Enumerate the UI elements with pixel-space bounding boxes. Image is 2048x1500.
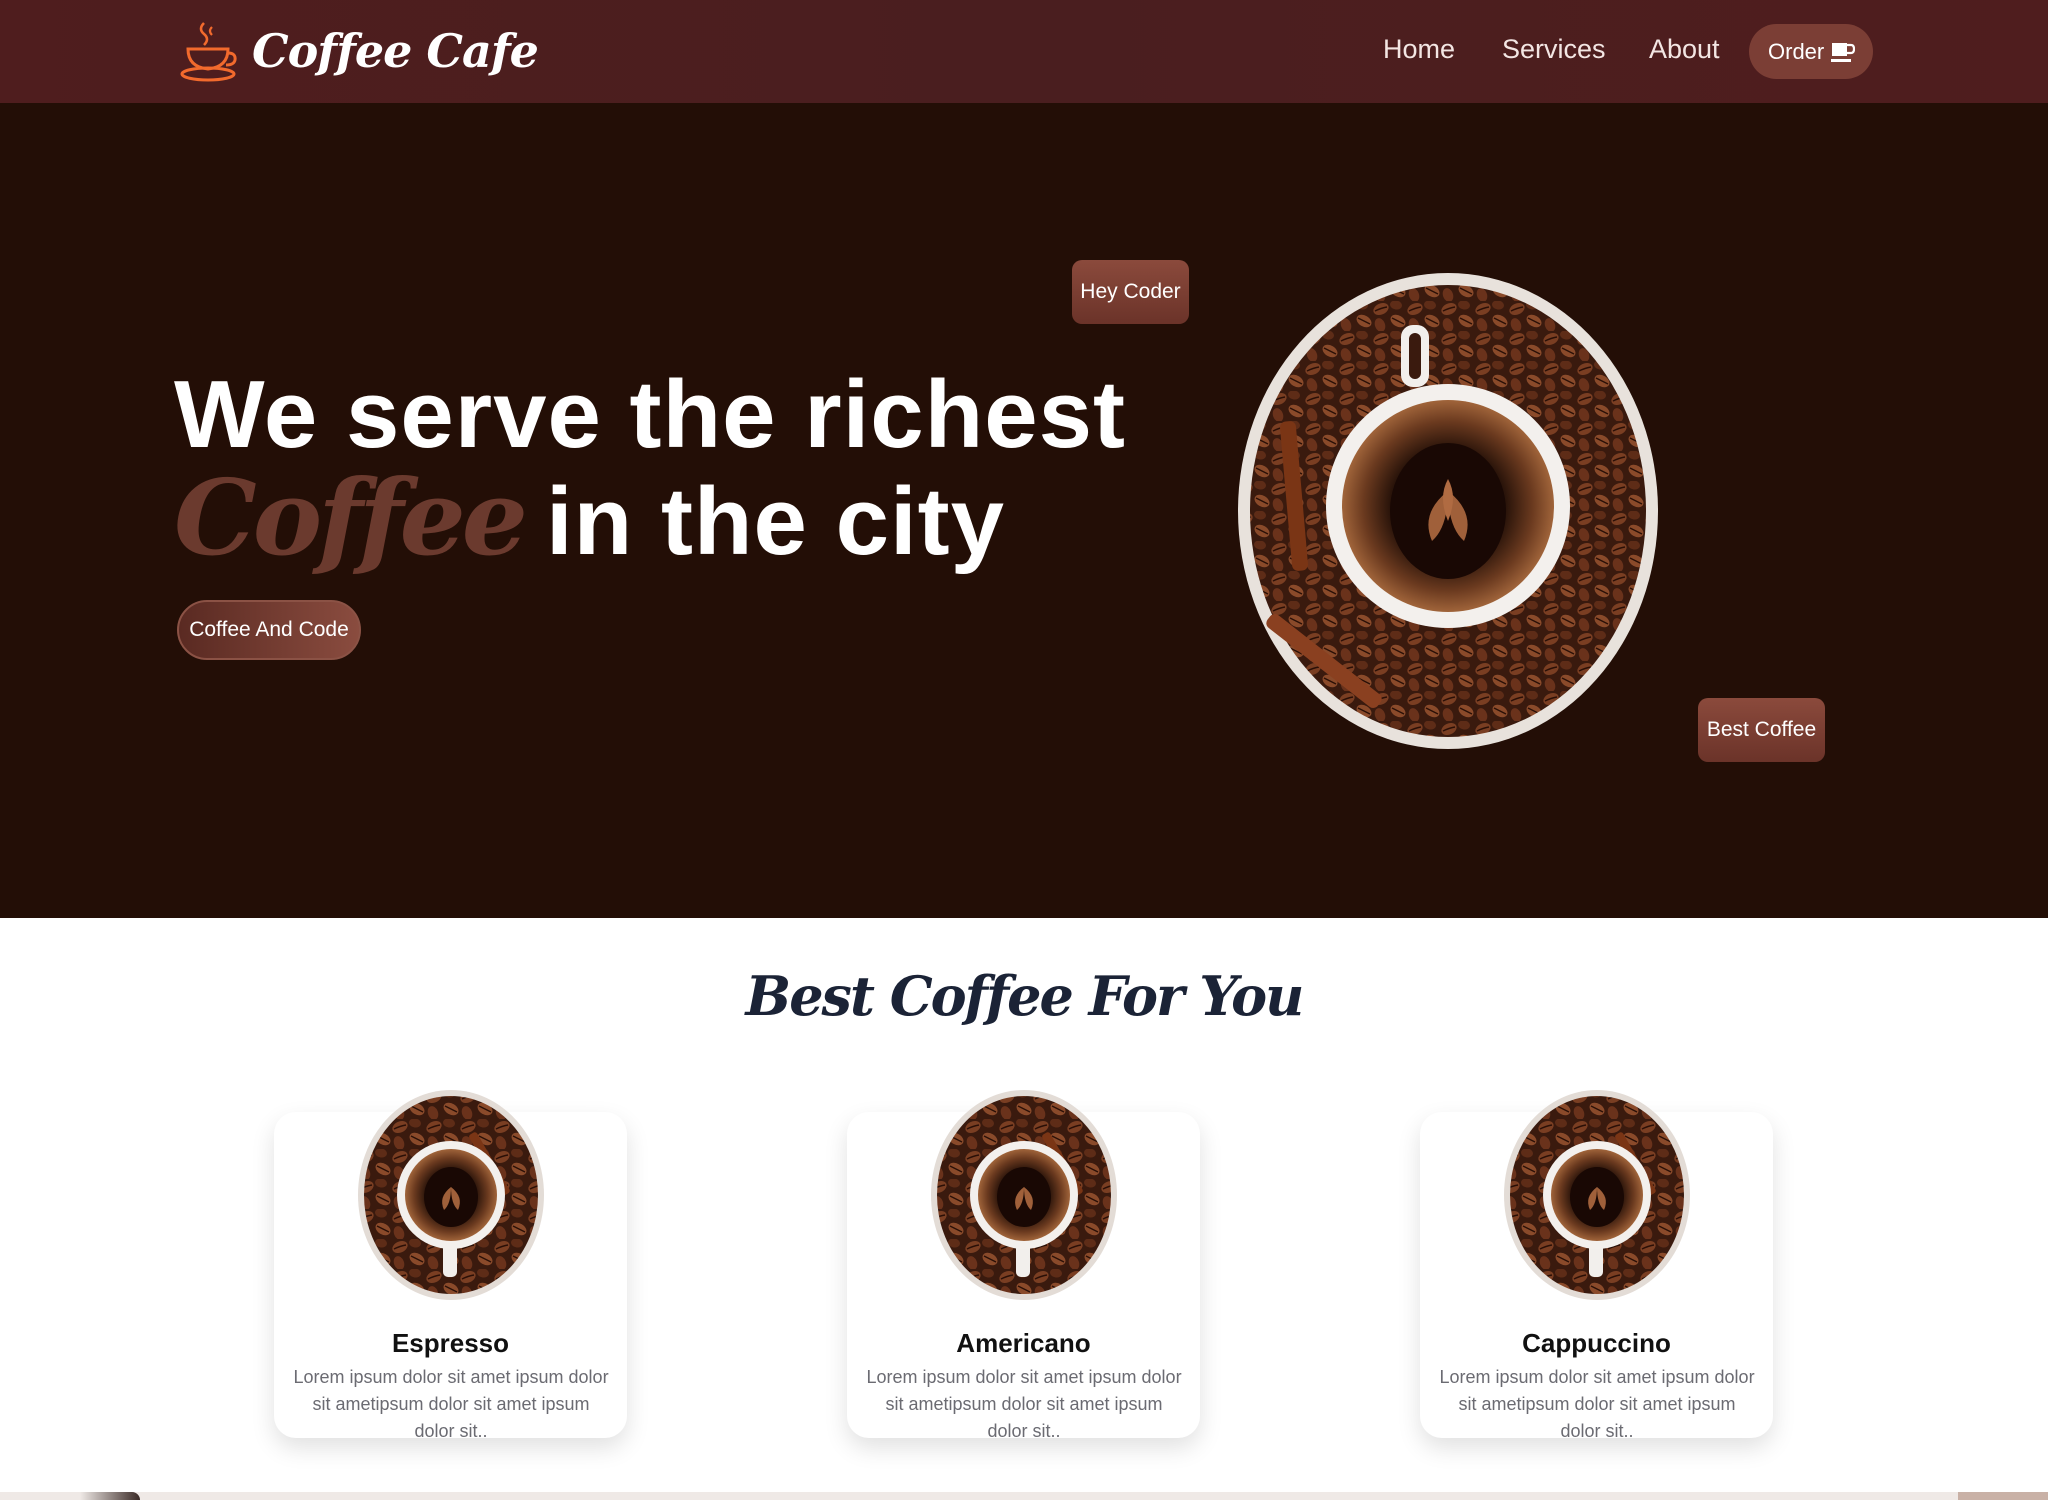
nav-about[interactable]: About [1649, 34, 1720, 65]
order-button-label: Order [1768, 38, 1825, 64]
order-button[interactable]: Order [1749, 24, 1873, 79]
navbar: Coffee Cafe Home Services About Order [0, 0, 2048, 103]
hero-heading-rest: in the city [545, 468, 1006, 575]
product-card-americano[interactable]: Americano Lorem ipsum dolor sit amet ips… [847, 1090, 1200, 1441]
card-title: Espresso [391, 1328, 510, 1358]
cappuccino-image [1504, 1090, 1690, 1300]
product-card-espresso[interactable]: Espresso Lorem ipsum dolor sit amet ipsu… [274, 1090, 627, 1441]
hey-coder-tag: Hey Coder [1072, 260, 1189, 324]
best-coffee-tag: Best Coffee [1698, 698, 1825, 762]
espresso-image [358, 1090, 544, 1300]
hero-heading-line2: Coffee in the city [174, 463, 1005, 577]
brand-logo[interactable]: Coffee Cafe [180, 18, 539, 84]
hero-section: We serve the richest Coffee in the city C… [0, 103, 2048, 918]
hero-accent-word: Coffee [174, 456, 528, 579]
americano-image [931, 1090, 1117, 1300]
nav-services[interactable]: Services [1502, 34, 1606, 65]
hero-heading-line1: We serve the richest [174, 361, 1127, 468]
edge-decoration-left [80, 1492, 140, 1500]
card-description: Lorem ipsum dolor sit amet ipsum dolor s… [293, 1367, 609, 1441]
card-description: Lorem ipsum dolor sit amet ipsum dolor s… [1439, 1367, 1755, 1441]
coffee-and-code-button[interactable]: Coffee And Code [177, 600, 361, 660]
coffee-cup-icon [180, 22, 237, 82]
card-title: Cappuccino [1522, 1328, 1671, 1358]
section-title: Best Coffee For You [745, 964, 1305, 1028]
nav-home[interactable]: Home [1383, 34, 1455, 65]
product-card-cappuccino[interactable]: Cappuccino Lorem ipsum dolor sit amet ip… [1420, 1090, 1773, 1441]
cup-icon [1831, 43, 1855, 62]
card-description: Lorem ipsum dolor sit amet ipsum dolor s… [866, 1367, 1182, 1441]
brand-name: Coffee Cafe [252, 24, 539, 78]
hero-coffee-image [1238, 273, 1658, 749]
card-title: Americano [956, 1328, 1091, 1358]
next-section-edge [0, 1492, 2048, 1500]
edge-decoration-right [1958, 1492, 2048, 1500]
